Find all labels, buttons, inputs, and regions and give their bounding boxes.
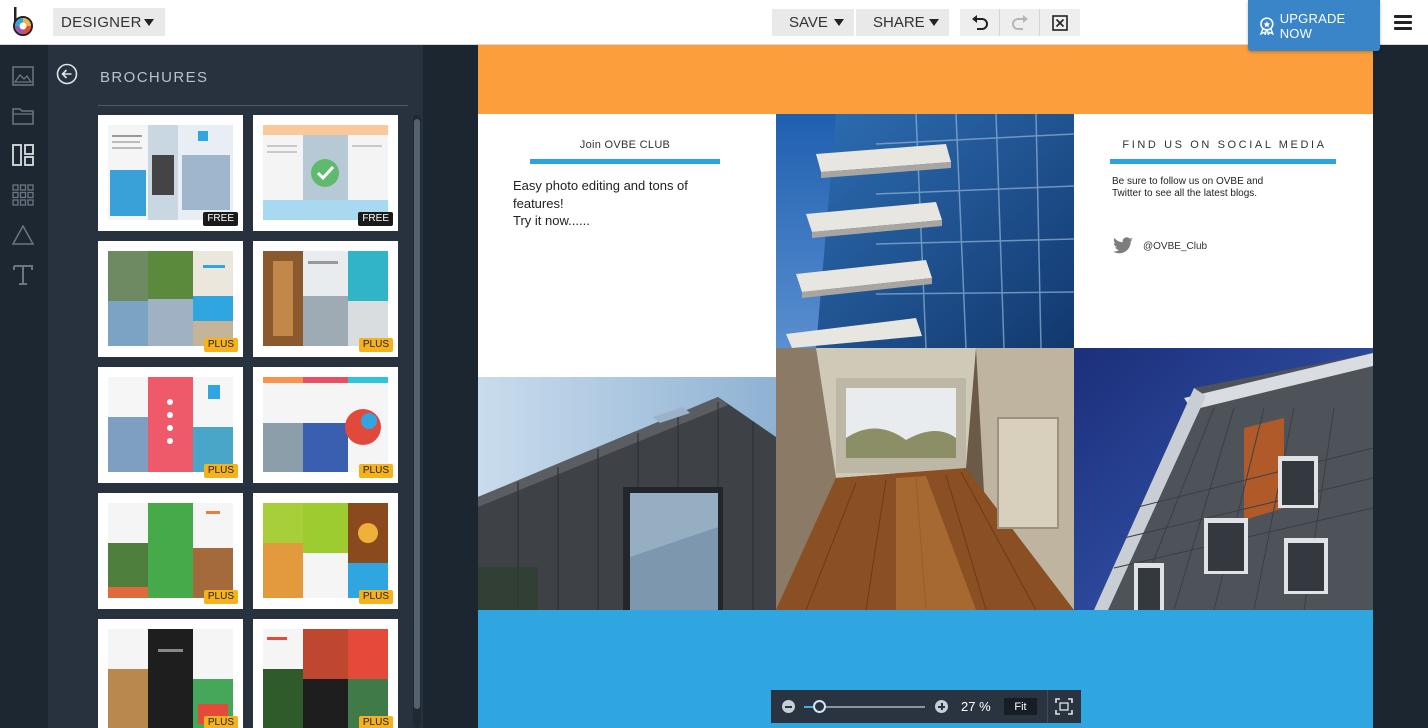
heading-underline[interactable] [1110,159,1336,164]
chevron-down-icon [144,19,154,26]
body-line: Try it now...... [513,213,590,228]
history-controls [960,9,1080,36]
photo-grey-building[interactable] [1074,348,1373,610]
share-label: SHARE [873,14,925,31]
template-thumbnail-selected[interactable]: FREE [253,115,398,231]
divider [1047,690,1048,723]
back-arrow-icon[interactable] [56,63,78,85]
plus-badge: PLUS [203,464,238,478]
plus-badge: PLUS [358,716,393,728]
redo-icon [1011,14,1028,30]
folder-icon[interactable] [10,103,36,129]
social-body[interactable]: Be sure to follow us on OVBE and Twitter… [1112,176,1312,200]
plus-badge: PLUS [358,338,393,352]
template-thumbnail[interactable]: PLUS [98,619,243,728]
template-thumbnail[interactable]: PLUS [98,367,243,483]
template-thumbnail[interactable]: PLUS [253,367,398,483]
share-dropdown[interactable]: SHARE [856,9,949,36]
template-thumbnail[interactable]: PLUS [253,493,398,609]
photo-glass-tower[interactable] [776,114,1074,348]
chevron-down-icon [929,19,939,26]
upgrade-now-button[interactable]: UPGRADE NOW [1248,0,1380,51]
photo-interior-hallway[interactable] [776,348,1074,610]
undo-button[interactable] [960,9,1000,36]
chevron-down-icon [834,19,844,26]
template-thumbnail[interactable]: PLUS [98,241,243,357]
app-logo[interactable] [10,7,38,37]
zoom-out-icon[interactable] [782,700,795,713]
template-thumbnail[interactable]: PLUS [98,493,243,609]
save-label: SAVE [789,14,828,31]
body-line: Easy photo editing and tons of [513,178,688,193]
undo-icon [971,14,988,30]
template-thumbnail[interactable]: FREE [98,115,243,231]
upgrade-now-label: UPGRADE NOW [1279,10,1346,41]
clear-canvas-button[interactable] [1040,9,1080,36]
join-club-body[interactable]: Easy photo editing and tons of features!… [513,177,738,230]
templates-icon[interactable] [10,142,36,168]
social-heading[interactable]: FIND US ON SOCIAL MEDIA [1112,139,1337,151]
zoom-level: 27 % [961,699,991,714]
brochures-panel: BROCHURES FREE FREE PLUS PLUS PLUS PLUS … [48,45,423,728]
award-ribbon-icon [1259,16,1274,35]
zoom-controls: 27 % Fit [771,690,1081,723]
shapes-triangle-icon[interactable] [10,222,36,248]
tool-rail [0,45,48,728]
photo-icon[interactable] [10,63,36,89]
twitter-handle-label: @OVBE_Club [1143,240,1208,252]
photo-dark-house[interactable] [478,377,776,610]
plus-badge: PLUS [203,716,238,728]
panel-title: BROCHURES [100,69,209,86]
body-line: Twitter to see all the latest blogs. [1112,188,1258,199]
plus-badge: PLUS [203,590,238,604]
redo-button[interactable] [1000,9,1040,36]
plus-badge: PLUS [358,590,393,604]
text-icon[interactable] [10,262,36,288]
save-dropdown[interactable]: SAVE [772,9,854,36]
twitter-bird-icon [1113,237,1133,254]
top-toolbar: DESIGNER SAVE SHARE UPGRADE NOW [0,0,1428,51]
designer-mode-dropdown[interactable]: DESIGNER [53,8,165,36]
template-thumbnail[interactable]: PLUS [253,619,398,728]
plus-badge: PLUS [203,338,238,352]
hamburger-menu-icon[interactable] [1394,15,1412,31]
plus-badge: PLUS [358,464,393,478]
designer-mode-label: DESIGNER [61,13,142,31]
panel-scrollbar-thumb[interactable] [414,119,420,709]
brochure-canvas[interactable]: Join OVBE CLUB Easy photo editing and to… [478,45,1373,728]
top-color-band[interactable] [478,45,1373,114]
zoom-in-icon[interactable] [935,700,948,713]
canvas-workspace: Join OVBE CLUB Easy photo editing and to… [423,45,1428,728]
heading-underline[interactable] [530,159,720,164]
zoom-fit-button[interactable]: Fit [1004,698,1037,715]
divider [98,105,408,106]
free-badge: FREE [358,212,393,226]
template-thumbnail[interactable]: PLUS [253,241,398,357]
twitter-handle[interactable]: @OVBE_Club [1112,237,1207,255]
zoom-slider-handle[interactable] [813,700,827,713]
fullscreen-icon[interactable] [1055,698,1073,715]
body-line: features! [513,195,564,211]
free-badge: FREE [203,212,238,226]
grid-icon[interactable] [10,182,36,208]
body-line: Be sure to follow us on OVBE and [1112,176,1264,187]
join-club-heading[interactable]: Join OVBE CLUB [530,139,720,151]
close-box-icon [1052,14,1068,31]
